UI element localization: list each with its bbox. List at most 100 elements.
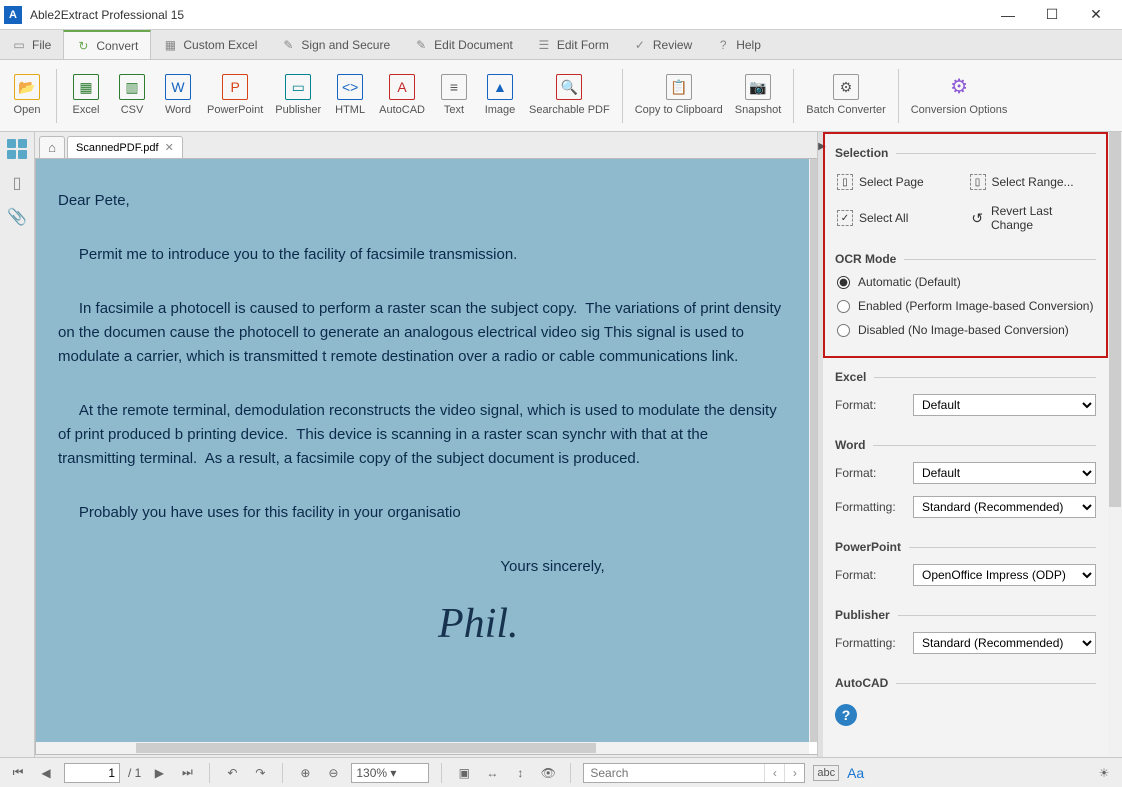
menubar: ▭File ↻Convert ▦Custom Excel ✎Sign and S… xyxy=(0,30,1122,60)
ribbon-snapshot[interactable]: 📷Snapshot xyxy=(729,70,787,120)
menu-review[interactable]: ✓Review xyxy=(621,30,704,59)
app-title: Able2Extract Professional 15 xyxy=(30,8,986,22)
whole-word-toggle[interactable]: abc xyxy=(813,765,839,781)
attachments-button[interactable]: 📎 xyxy=(6,206,28,228)
titlebar: A Able2Extract Professional 15 — ☐ ✕ xyxy=(0,0,1122,30)
fit-width-button[interactable]: ↔ xyxy=(482,763,502,783)
fit-page-button[interactable]: ▣ xyxy=(454,763,474,783)
search-box[interactable]: ‹ › xyxy=(583,763,805,783)
ribbon-excel[interactable]: ▦Excel xyxy=(63,70,109,120)
select-page-icon: ▯ xyxy=(837,174,853,190)
rotate-left-button[interactable]: ↶ xyxy=(222,763,242,783)
excel-icon: ▦ xyxy=(73,74,99,100)
search-input[interactable] xyxy=(584,766,764,780)
selection-heading: Selection xyxy=(835,142,1096,164)
ribbon-open[interactable]: 📂Open xyxy=(4,70,50,120)
app-icon: A xyxy=(4,6,22,24)
word-format-select[interactable]: Default xyxy=(913,462,1096,484)
menu-custom-excel[interactable]: ▦Custom Excel xyxy=(151,30,269,59)
prev-page-button[interactable]: ◀ xyxy=(36,763,56,783)
doc-p4: Probably you have uses for this facility… xyxy=(58,501,787,525)
bookmark-button[interactable]: ▯ xyxy=(6,172,28,194)
powerpoint-format-select[interactable]: OpenOffice Impress (ODP) xyxy=(913,564,1096,586)
help-icon: ? xyxy=(716,38,730,52)
statusbar: ⏮ ◀ / 1 ▶ ⏭ ↶ ↷ ⊕ ⊖ 130%▾ ▣ ↔ ↕ 👁 ‹ › ab… xyxy=(0,757,1122,787)
review-icon: ✓ xyxy=(633,38,647,52)
zoom-out-button[interactable]: ⊖ xyxy=(323,763,343,783)
searchable-pdf-icon: 🔍 xyxy=(556,74,582,100)
minimize-button[interactable]: — xyxy=(986,1,1030,29)
ribbon-powerpoint[interactable]: PPowerPoint xyxy=(201,70,269,120)
ribbon-text[interactable]: ≡Text xyxy=(431,70,477,120)
page-number-input[interactable] xyxy=(64,763,120,783)
right-panel: ▶ Selection ▯Select Page ▯Select Range..… xyxy=(822,132,1122,757)
maximize-button[interactable]: ☐ xyxy=(1030,1,1074,29)
ocr-disabled-radio[interactable]: Disabled (No Image-based Conversion) xyxy=(835,318,1096,342)
word-formatting-select[interactable]: Standard (Recommended) xyxy=(913,496,1096,518)
zoom-in-button[interactable]: ⊕ xyxy=(295,763,315,783)
ribbon-csv[interactable]: ▥CSV xyxy=(109,70,155,120)
word-formatting-label: Formatting: xyxy=(835,500,905,514)
close-button[interactable]: ✕ xyxy=(1074,1,1118,29)
first-page-button[interactable]: ⏮ xyxy=(8,763,28,783)
ribbon-publisher[interactable]: ▭Publisher xyxy=(269,70,327,120)
next-page-button[interactable]: ▶ xyxy=(149,763,169,783)
home-tab[interactable]: ⌂ xyxy=(39,136,65,158)
document-viewport[interactable]: Dear Pete, Permit me to introduce you to… xyxy=(35,158,822,755)
rotate-right-button[interactable]: ↷ xyxy=(250,763,270,783)
gear-large-icon: ⚙ xyxy=(946,74,972,100)
ribbon-conversion-options[interactable]: ⚙Conversion Options xyxy=(905,70,1014,120)
document-tab[interactable]: ScannedPDF.pdf ✕ xyxy=(67,136,183,158)
menu-file[interactable]: ▭File xyxy=(0,30,63,59)
folder-icon: 📂 xyxy=(14,74,40,100)
menu-sign-secure[interactable]: ✎Sign and Secure xyxy=(269,30,402,59)
csv-icon: ▥ xyxy=(119,74,145,100)
panel-scrollbar[interactable] xyxy=(1108,132,1122,757)
word-heading: Word xyxy=(835,434,1096,456)
edit-doc-icon: ✎ xyxy=(414,38,428,52)
doc-p3: At the remote terminal, demodulation rec… xyxy=(58,399,787,471)
excel-format-select[interactable]: Default xyxy=(913,394,1096,416)
menu-help[interactable]: ?Help xyxy=(704,30,773,59)
ocr-enabled-radio[interactable]: Enabled (Perform Image-based Conversion) xyxy=(835,294,1096,318)
close-tab-icon[interactable]: ✕ xyxy=(165,141,174,154)
search-prev-button[interactable]: ‹ xyxy=(764,764,784,782)
zoom-select[interactable]: 130%▾ xyxy=(351,763,429,783)
document-page: Dear Pete, Permit me to introduce you to… xyxy=(36,159,809,742)
revert-button[interactable]: ↺Revert Last Change xyxy=(970,204,1095,232)
highlighted-panel-area: Selection ▯Select Page ▯Select Range... … xyxy=(823,132,1108,358)
ribbon-autocad[interactable]: AAutoCAD xyxy=(373,70,431,120)
publisher-formatting-select[interactable]: Standard (Recommended) xyxy=(913,632,1096,654)
select-range-icon: ▯ xyxy=(970,174,986,190)
form-icon: ☰ xyxy=(537,38,551,52)
select-range-button[interactable]: ▯Select Range... xyxy=(970,174,1095,190)
fit-height-button[interactable]: ↕ xyxy=(510,763,530,783)
autocad-heading: AutoCAD xyxy=(835,672,1096,694)
powerpoint-heading: PowerPoint xyxy=(835,536,1096,558)
menu-edit-form[interactable]: ☰Edit Form xyxy=(525,30,621,59)
select-all-button[interactable]: ✓Select All xyxy=(837,204,962,232)
revert-icon: ↺ xyxy=(970,210,985,226)
ribbon-image[interactable]: ▲Image xyxy=(477,70,523,120)
menu-convert[interactable]: ↻Convert xyxy=(63,30,151,59)
help-badge[interactable]: ? xyxy=(835,704,857,726)
ribbon-searchable-pdf[interactable]: 🔍Searchable PDF xyxy=(523,70,616,120)
excel-format-label: Format: xyxy=(835,398,905,412)
horizontal-scrollbar[interactable] xyxy=(36,742,809,754)
page-total: / 1 xyxy=(128,766,141,780)
search-next-button[interactable]: › xyxy=(784,764,804,782)
select-page-button[interactable]: ▯Select Page xyxy=(837,174,962,190)
ribbon-html[interactable]: <>HTML xyxy=(327,70,373,120)
ribbon-word[interactable]: WWord xyxy=(155,70,201,120)
ribbon-copy-clipboard[interactable]: 📋Copy to Clipboard xyxy=(629,70,729,120)
ocr-auto-radio[interactable]: Automatic (Default) xyxy=(835,270,1096,294)
ribbon: 📂Open ▦Excel ▥CSV WWord PPowerPoint ▭Pub… xyxy=(0,60,1122,132)
thumbnails-button[interactable] xyxy=(6,138,28,160)
case-toggle[interactable]: Aa xyxy=(847,765,864,781)
last-page-button[interactable]: ⏭ xyxy=(177,763,197,783)
menu-edit-document[interactable]: ✎Edit Document xyxy=(402,30,525,59)
ribbon-batch-converter[interactable]: ⚙Batch Converter xyxy=(800,70,891,120)
view-toggle-button[interactable]: 👁 xyxy=(538,763,558,783)
chevron-down-icon: ▾ xyxy=(390,766,424,780)
theme-toggle-button[interactable]: ☀ xyxy=(1094,763,1114,783)
